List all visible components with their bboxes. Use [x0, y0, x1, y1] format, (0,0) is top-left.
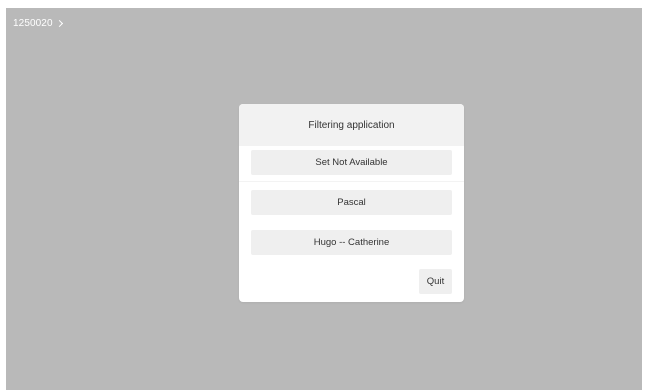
filter-dialog: Filtering application Set Not Available … — [239, 104, 464, 302]
hugo-catherine-button[interactable]: Hugo -- Catherine — [251, 230, 452, 255]
breadcrumb[interactable]: 1250020 — [13, 16, 63, 30]
set-not-available-button[interactable]: Set Not Available — [251, 150, 452, 175]
chevron-right-icon — [55, 19, 63, 28]
divider — [239, 181, 464, 182]
quit-button[interactable]: Quit — [419, 269, 452, 294]
option-label: Set Not Available — [315, 157, 388, 168]
screen-backdrop: 1250020 Filtering application Set Not Av… — [6, 8, 642, 390]
option-label: Hugo -- Catherine — [313, 237, 390, 248]
pascal-button[interactable]: Pascal — [251, 190, 452, 215]
dialog-header: Filtering application — [239, 104, 464, 146]
breadcrumb-label[interactable]: 1250020 — [13, 18, 53, 29]
dialog-title: Filtering application — [308, 119, 395, 131]
quit-label: Quit — [426, 276, 445, 287]
option-label: Pascal — [337, 197, 366, 208]
